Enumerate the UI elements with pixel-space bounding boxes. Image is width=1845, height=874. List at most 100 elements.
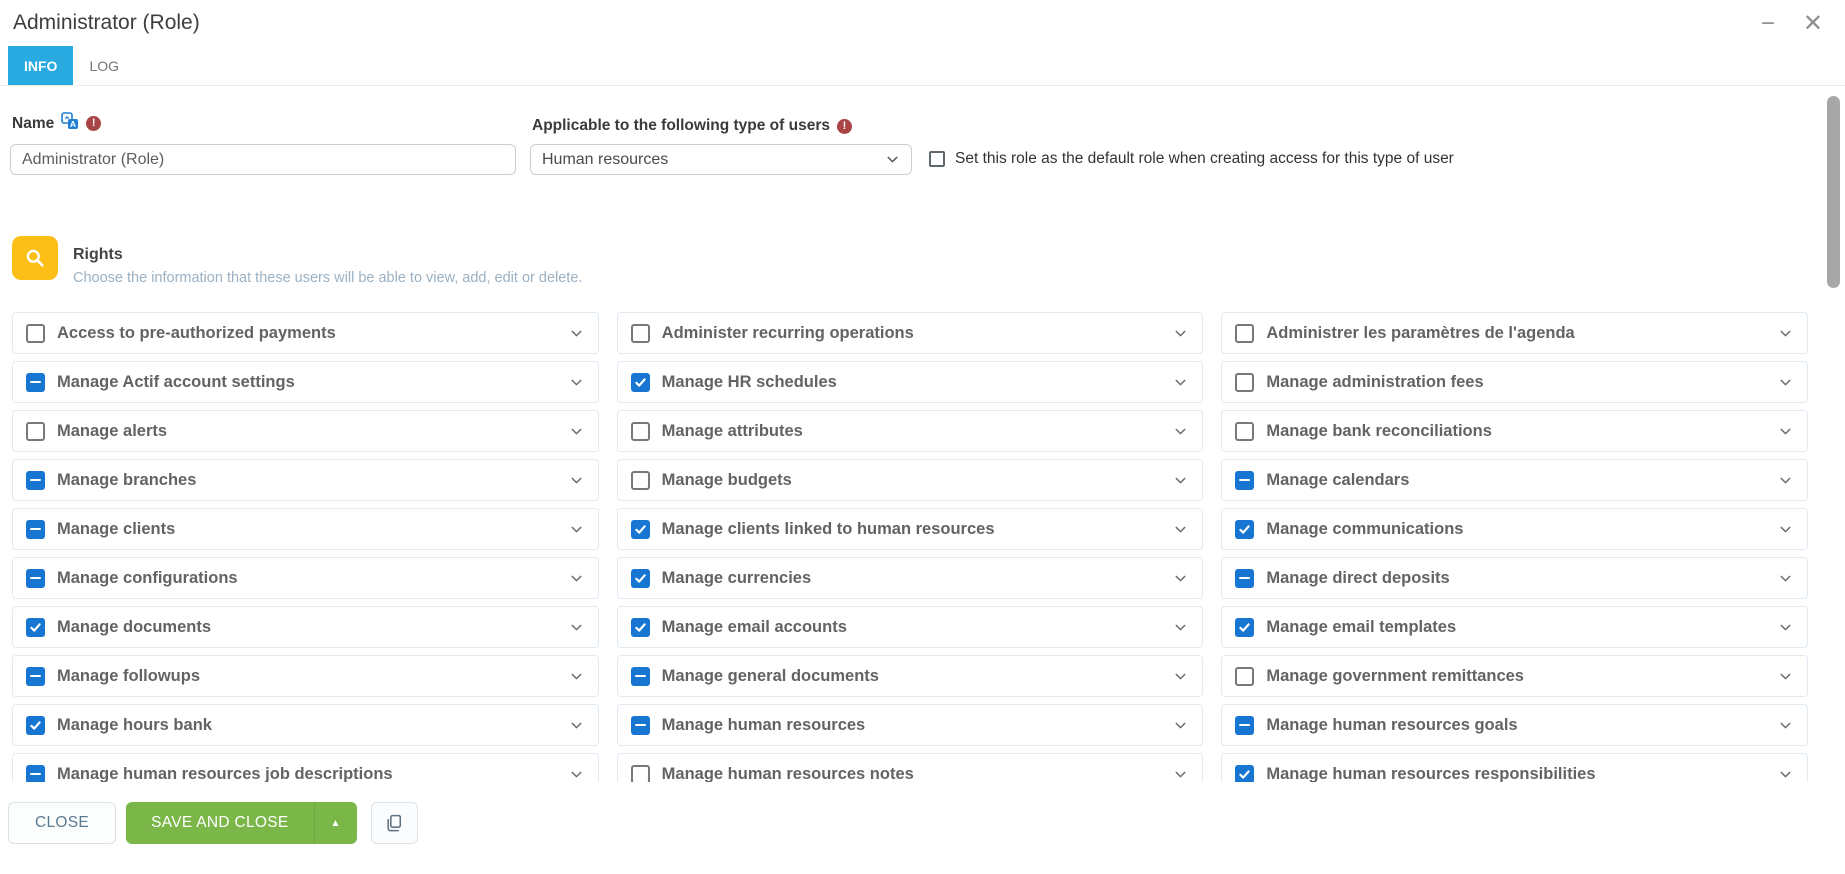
permission-checkbox-unchecked[interactable] <box>1235 324 1254 343</box>
permission-checkbox-indeterminate[interactable] <box>631 667 650 686</box>
chevron-down-icon[interactable] <box>1770 620 1793 635</box>
chevron-down-icon[interactable] <box>561 424 584 439</box>
permission-item[interactable]: Manage HR schedules <box>617 361 1204 403</box>
permission-checkbox-indeterminate[interactable] <box>26 667 45 686</box>
chevron-down-icon[interactable] <box>561 571 584 586</box>
close-button[interactable]: CLOSE <box>8 802 116 844</box>
chevron-down-icon[interactable] <box>1770 571 1793 586</box>
permission-checkbox-indeterminate[interactable] <box>1235 471 1254 490</box>
permission-checkbox-checked[interactable] <box>1235 520 1254 539</box>
permission-item[interactable]: Manage human resources <box>617 704 1204 746</box>
permission-item[interactable]: Manage followups <box>12 655 599 697</box>
permission-item[interactable]: Manage Actif account settings <box>12 361 599 403</box>
permission-item[interactable]: Manage email accounts <box>617 606 1204 648</box>
chevron-down-icon[interactable] <box>1165 620 1188 635</box>
chevron-down-icon[interactable] <box>1770 669 1793 684</box>
chevron-down-icon[interactable] <box>1165 767 1188 782</box>
chevron-down-icon[interactable] <box>1165 424 1188 439</box>
permission-item[interactable]: Manage documents <box>12 606 599 648</box>
chevron-down-icon[interactable] <box>561 326 584 341</box>
permission-item[interactable]: Manage email templates <box>1221 606 1808 648</box>
search-rights-button[interactable] <box>12 236 58 280</box>
chevron-down-icon[interactable] <box>1165 375 1188 390</box>
minimize-icon[interactable]: − <box>1761 12 1775 36</box>
permission-checkbox-indeterminate[interactable] <box>26 520 45 539</box>
chevron-down-icon[interactable] <box>1770 767 1793 782</box>
permission-item[interactable]: Manage configurations <box>12 557 599 599</box>
chevron-down-icon[interactable] <box>1770 326 1793 341</box>
chevron-down-icon[interactable] <box>561 522 584 537</box>
tab-info[interactable]: INFO <box>8 46 73 85</box>
close-icon[interactable]: ✕ <box>1803 12 1823 36</box>
chevron-down-icon[interactable] <box>1165 718 1188 733</box>
permission-item[interactable]: Manage human resources job descriptions <box>12 753 599 782</box>
permission-checkbox-checked[interactable] <box>631 520 650 539</box>
permission-checkbox-unchecked[interactable] <box>631 422 650 441</box>
permission-item[interactable]: Manage direct deposits <box>1221 557 1808 599</box>
save-and-close-button[interactable]: SAVE AND CLOSE <box>126 802 313 844</box>
permission-checkbox-indeterminate[interactable] <box>26 765 45 783</box>
permission-checkbox-indeterminate[interactable] <box>1235 716 1254 735</box>
chevron-down-icon[interactable] <box>1770 375 1793 390</box>
permission-checkbox-indeterminate[interactable] <box>1235 569 1254 588</box>
permission-checkbox-unchecked[interactable] <box>1235 667 1254 686</box>
permission-checkbox-unchecked[interactable] <box>1235 422 1254 441</box>
permission-item[interactable]: Administrer les paramètres de l'agenda <box>1221 312 1808 354</box>
user-type-select[interactable]: Human resources <box>530 144 912 175</box>
permission-checkbox-unchecked[interactable] <box>631 324 650 343</box>
permission-checkbox-unchecked[interactable] <box>26 324 45 343</box>
permission-item[interactable]: Manage branches <box>12 459 599 501</box>
permission-checkbox-checked[interactable] <box>631 373 650 392</box>
chevron-down-icon[interactable] <box>1165 326 1188 341</box>
save-options-dropdown-button[interactable]: ▲ <box>314 802 357 844</box>
chevron-down-icon[interactable] <box>1165 571 1188 586</box>
permission-checkbox-indeterminate[interactable] <box>26 471 45 490</box>
permission-item[interactable]: Manage clients linked to human resources <box>617 508 1204 550</box>
chevron-down-icon[interactable] <box>561 767 584 782</box>
permission-item[interactable]: Manage general documents <box>617 655 1204 697</box>
permission-item[interactable]: Manage communications <box>1221 508 1808 550</box>
chevron-down-icon[interactable] <box>561 473 584 488</box>
chevron-down-icon[interactable] <box>1770 718 1793 733</box>
permission-item[interactable]: Manage calendars <box>1221 459 1808 501</box>
permission-item[interactable]: Administer recurring operations <box>617 312 1204 354</box>
chevron-down-icon[interactable] <box>1770 424 1793 439</box>
chevron-down-icon[interactable] <box>1770 473 1793 488</box>
chevron-down-icon[interactable] <box>561 375 584 390</box>
permission-item[interactable]: Manage human resources notes <box>617 753 1204 782</box>
permission-checkbox-checked[interactable] <box>26 618 45 637</box>
default-role-checkbox-group[interactable]: Set this role as the default role when c… <box>929 150 1454 168</box>
chevron-down-icon[interactable] <box>561 620 584 635</box>
permission-item[interactable]: Manage currencies <box>617 557 1204 599</box>
chevron-down-icon[interactable] <box>1770 522 1793 537</box>
permission-checkbox-checked[interactable] <box>1235 765 1254 783</box>
permission-checkbox-indeterminate[interactable] <box>26 569 45 588</box>
permission-checkbox-checked[interactable] <box>26 716 45 735</box>
permission-checkbox-checked[interactable] <box>631 569 650 588</box>
permission-item[interactable]: Manage attributes <box>617 410 1204 452</box>
chevron-down-icon[interactable] <box>561 718 584 733</box>
chevron-down-icon[interactable] <box>1165 669 1188 684</box>
permission-checkbox-indeterminate[interactable] <box>631 716 650 735</box>
permission-item[interactable]: Manage human resources responsibilities <box>1221 753 1808 782</box>
permission-item[interactable]: Manage clients <box>12 508 599 550</box>
translate-icon[interactable]: A <box>61 112 79 135</box>
permission-item[interactable]: Access to pre-authorized payments <box>12 312 599 354</box>
permission-item[interactable]: Manage administration fees <box>1221 361 1808 403</box>
chevron-down-icon[interactable] <box>1165 522 1188 537</box>
permission-checkbox-checked[interactable] <box>1235 618 1254 637</box>
name-input[interactable]: Administrator (Role) <box>10 144 516 175</box>
permission-item[interactable]: Manage bank reconciliations <box>1221 410 1808 452</box>
tab-log[interactable]: LOG <box>73 46 135 85</box>
permission-item[interactable]: Manage hours bank <box>12 704 599 746</box>
permission-checkbox-unchecked[interactable] <box>631 765 650 783</box>
permission-item[interactable]: Manage budgets <box>617 459 1204 501</box>
permission-item[interactable]: Manage government remittances <box>1221 655 1808 697</box>
permission-checkbox-indeterminate[interactable] <box>26 373 45 392</box>
chevron-down-icon[interactable] <box>1165 473 1188 488</box>
permission-checkbox-checked[interactable] <box>631 618 650 637</box>
permission-checkbox-unchecked[interactable] <box>1235 373 1254 392</box>
vertical-scrollbar-thumb[interactable] <box>1827 96 1840 288</box>
permission-checkbox-unchecked[interactable] <box>26 422 45 441</box>
duplicate-role-button[interactable] <box>371 802 418 844</box>
